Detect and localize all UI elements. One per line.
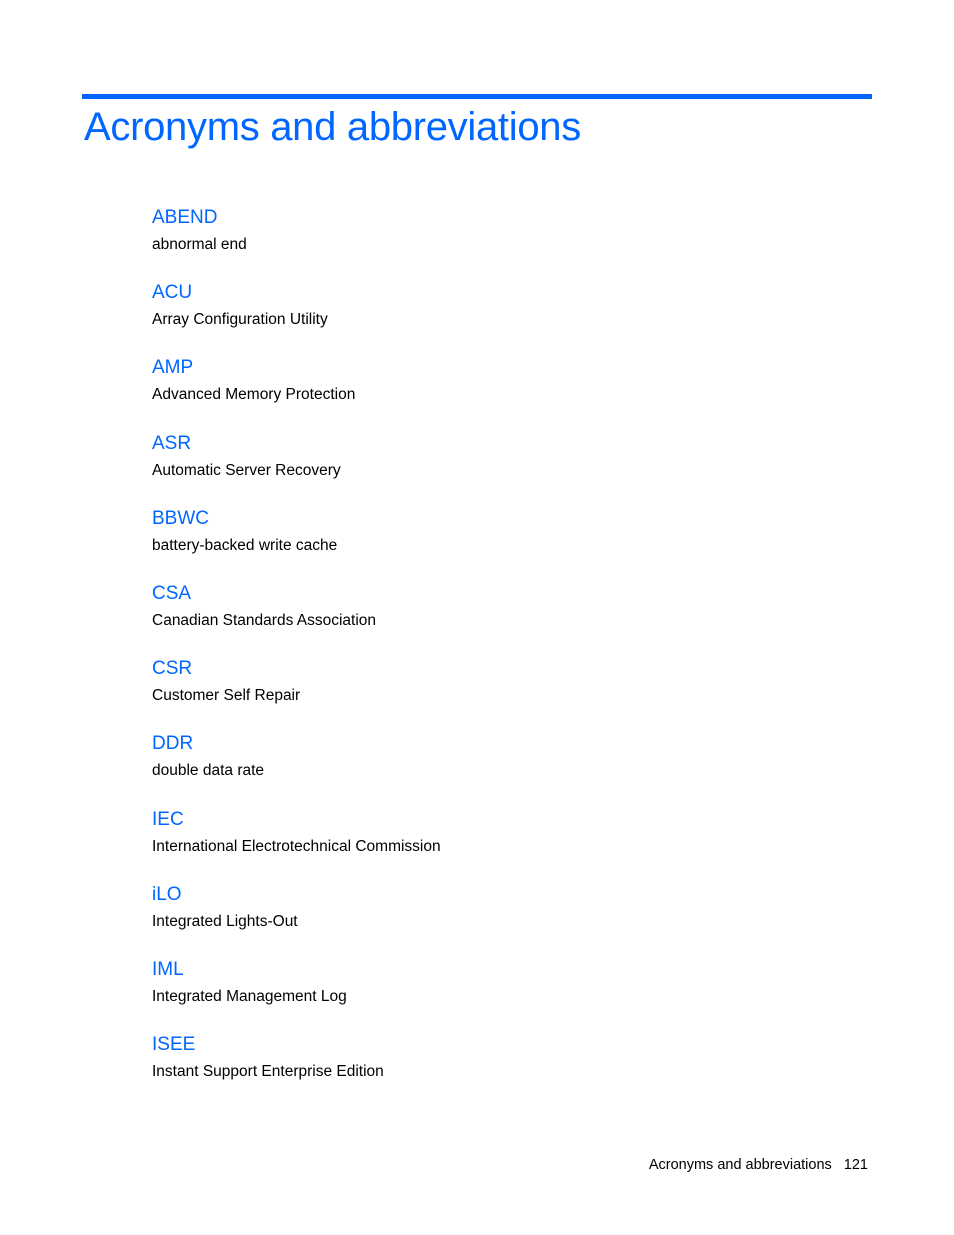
acronym-entry: ASR Automatic Server Recovery: [152, 430, 852, 505]
acronym-term: AMP: [152, 357, 194, 379]
acronym-entry: ABEND abnormal end: [152, 204, 852, 279]
acronym-term: DDR: [152, 733, 194, 755]
acronym-term: IML: [152, 958, 184, 980]
acronym-definition: Array Configuration Utility: [152, 311, 328, 329]
acronym-term: IEC: [152, 808, 184, 830]
acronym-term: ABEND: [152, 207, 218, 228]
acronym-term: BBWC: [152, 507, 209, 529]
acronym-definition: Instant Support Enterprise Edition: [152, 1063, 384, 1081]
acronym-term: ISEE: [152, 1034, 196, 1056]
acronym-entry: DDR double data rate: [152, 730, 852, 805]
acronym-entry: ISEE Instant Support Enterprise Edition: [152, 1031, 852, 1106]
page-footer: Acronyms and abbreviations 121: [649, 1157, 868, 1173]
acronym-entry: IEC International Electrotechnical Commi…: [152, 806, 852, 881]
acronym-entry: iLO Integrated Lights-Out: [152, 881, 852, 956]
acronym-list: ABEND abnormal end ACU Array Configurati…: [152, 204, 852, 1106]
acronym-entry: AMP Advanced Memory Protection: [152, 354, 852, 429]
acronym-entry: BBWC battery-backed write cache: [152, 505, 852, 580]
acronym-definition: International Electrotechnical Commissio…: [152, 837, 441, 855]
acronym-entry: CSA Canadian Standards Association: [152, 580, 852, 655]
acronym-entry: IML Integrated Management Log: [152, 956, 852, 1031]
acronym-entry: ACU Array Configuration Utility: [152, 279, 852, 354]
acronym-term: ASR: [152, 432, 192, 454]
page-title: Acronyms and abbreviations: [84, 105, 581, 149]
acronym-definition: double data rate: [152, 762, 265, 780]
acronym-definition: Integrated Management Log: [152, 987, 347, 1005]
acronym-definition: Customer Self Repair: [152, 687, 301, 705]
acronym-term: CSR: [152, 658, 193, 680]
acronym-definition: abnormal end: [152, 236, 247, 253]
acronym-definition: Advanced Memory Protection: [152, 386, 356, 404]
footer-section-title: Acronyms and abbreviations: [648, 1157, 832, 1173]
acronym-definition: Canadian Standards Association: [152, 611, 377, 629]
acronym-definition: Integrated Lights-Out: [152, 912, 298, 930]
acronym-definition: battery-backed write cache: [152, 536, 338, 554]
acronym-term: iLO: [152, 883, 182, 905]
acronym-term: ACU: [152, 282, 193, 304]
page-number: 121: [843, 1157, 868, 1173]
acronym-definition: Automatic Server Recovery: [152, 461, 341, 479]
acronym-term: CSA: [152, 582, 192, 604]
acronym-entry: CSR Customer Self Repair: [152, 655, 852, 730]
title-rule: [82, 94, 872, 99]
